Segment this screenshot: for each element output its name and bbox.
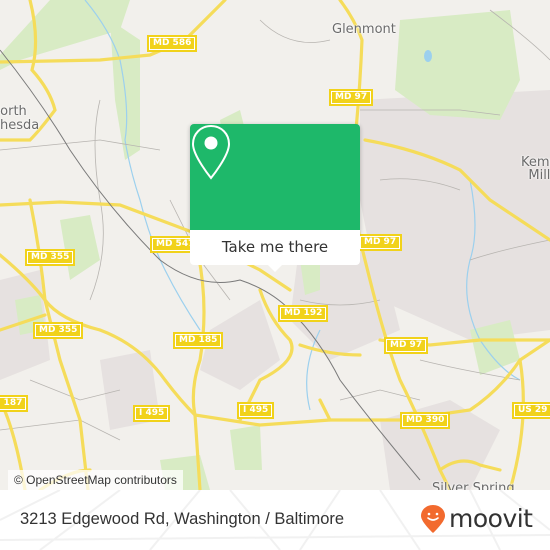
road-label-i495: I 495 bbox=[133, 405, 171, 422]
road-label-us29: US 29 bbox=[512, 402, 550, 419]
take-me-there-button[interactable]: Take me there bbox=[190, 230, 360, 265]
footer: 3213 Edgewood Rd, Washington / Baltimore… bbox=[0, 490, 550, 550]
address-text: 3213 Edgewood Rd, Washington / Baltimore bbox=[20, 510, 345, 528]
map-pin-icon bbox=[191, 124, 231, 180]
map-view[interactable]: MD 586 MD 97 MD 547 MD 97 MD 355 MD 355 … bbox=[0, 0, 550, 490]
road-label-md185: MD 185 bbox=[173, 332, 224, 349]
road-label-md586: MD 586 bbox=[147, 35, 198, 52]
road-label-md97: MD 97 bbox=[329, 89, 374, 106]
road-label-md97: MD 97 bbox=[358, 234, 403, 251]
popup-pointer bbox=[267, 264, 283, 272]
map-attribution[interactable]: © OpenStreetMap contributors bbox=[8, 470, 183, 490]
road-label-md187: MD 187 bbox=[0, 395, 29, 412]
pond bbox=[424, 50, 432, 62]
road-label-md192: MD 192 bbox=[278, 305, 329, 322]
popup-header bbox=[190, 124, 360, 230]
moovit-logo-text: moovit bbox=[449, 504, 533, 533]
place-label-north-bethesda: North Bethesda bbox=[0, 104, 40, 133]
road-label-i495: I 495 bbox=[237, 402, 275, 419]
road-label-md355: MD 355 bbox=[25, 249, 76, 266]
moovit-smiley-pin-icon bbox=[421, 505, 445, 533]
place-label-kemp-mill: Kemp Mill bbox=[521, 155, 550, 183]
road-label-md390: MD 390 bbox=[400, 412, 451, 429]
location-popup: Take me there bbox=[190, 124, 360, 272]
road-label-md97: MD 97 bbox=[384, 337, 429, 354]
moovit-logo[interactable]: moovit bbox=[420, 502, 533, 536]
place-label-glenmont: Glenmont bbox=[332, 22, 396, 37]
place-label-silver-spring: Silver Spring bbox=[432, 481, 515, 491]
road-label-md355: MD 355 bbox=[33, 322, 84, 339]
